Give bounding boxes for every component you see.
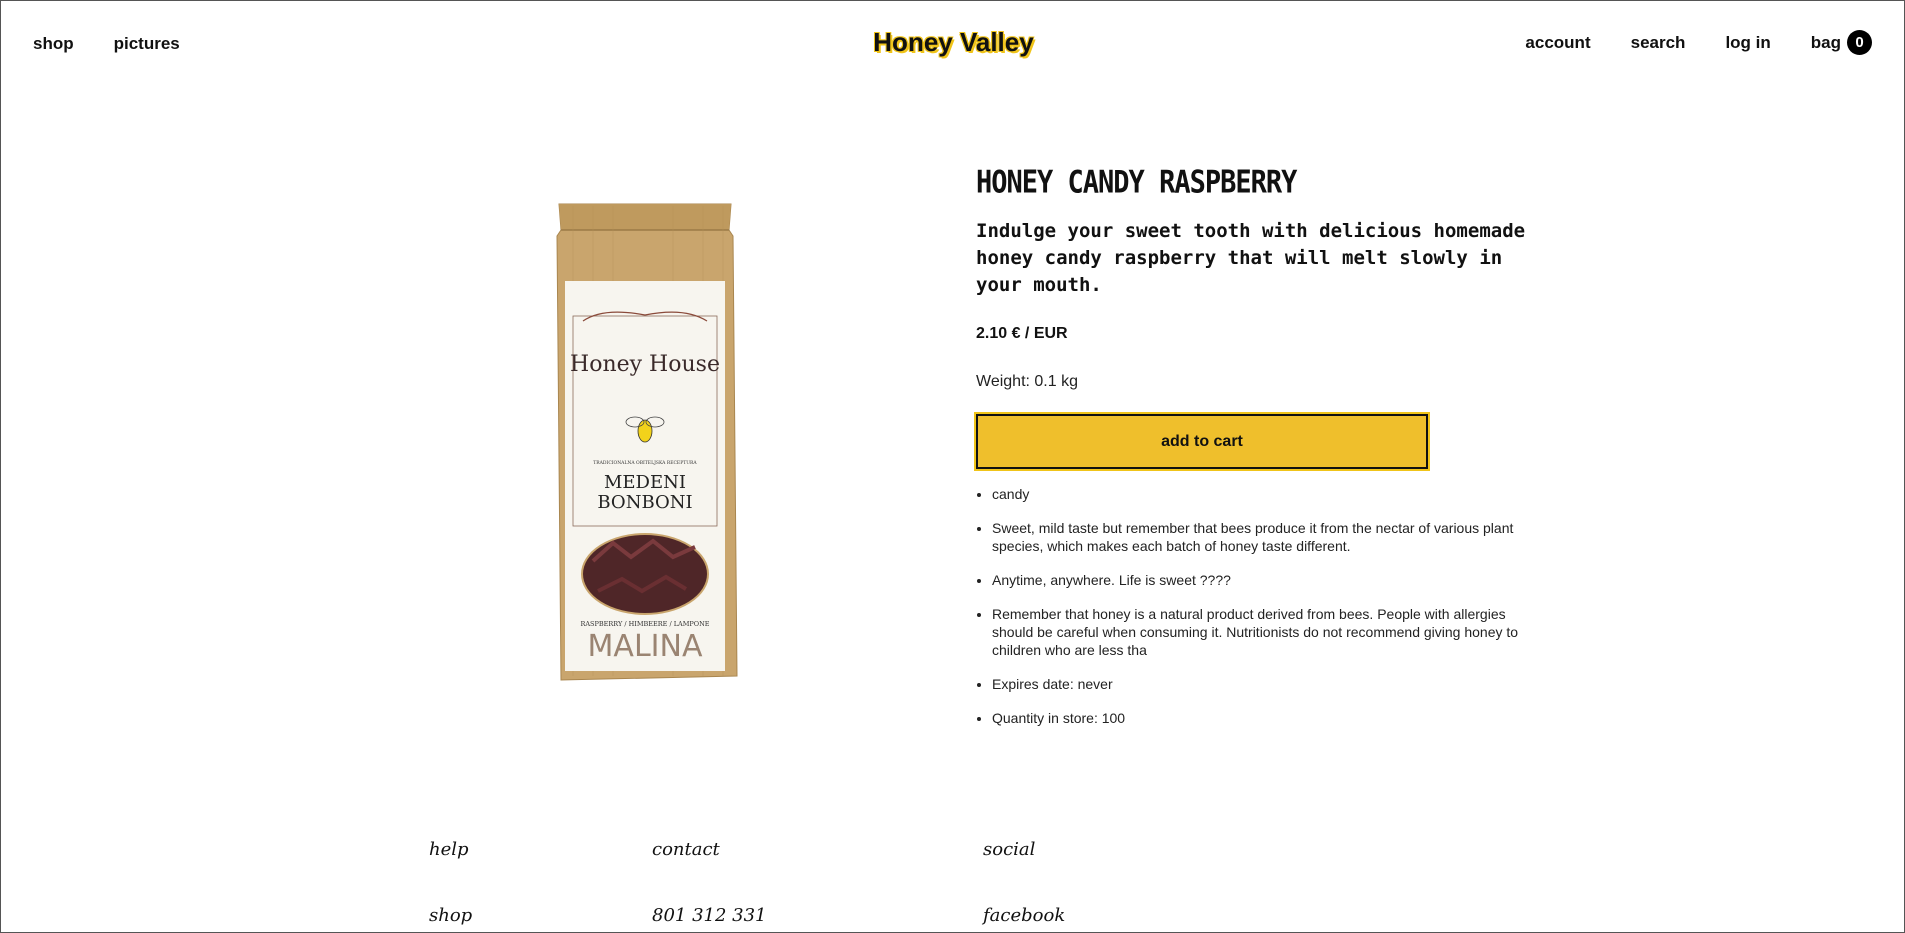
product-description: Indulge your sweet tooth with delicious … <box>976 220 1526 296</box>
package-brand-text: Honey House <box>570 352 720 377</box>
footer-heading-social: social <box>983 839 1036 860</box>
list-item: Anytime, anywhere. Life is sweet ???? <box>992 571 1537 589</box>
nav-search-link[interactable]: search <box>1631 32 1686 54</box>
list-item: candy <box>992 485 1537 503</box>
bag-button[interactable]: bag 0 <box>1811 30 1872 55</box>
footer-heading-contact: contact <box>652 839 720 860</box>
footer-heading-help: help <box>429 839 469 860</box>
product-title: HONEY CANDY RASPBERRY <box>976 165 1297 201</box>
nav-account-link[interactable]: account <box>1525 32 1590 54</box>
footer-link-facebook[interactable]: facebook <box>983 905 1065 926</box>
footer-column-help: help shop <box>429 839 472 926</box>
footer-column-social: social facebook <box>983 839 1065 926</box>
product-features-list: candy Sweet, mild taste but remember tha… <box>976 485 1537 727</box>
package-flavor-name: MALINA <box>588 629 703 664</box>
footer-column-contact: contact 801 312 331 <box>652 839 767 926</box>
footer-link-phone[interactable]: 801 312 331 <box>652 905 767 926</box>
bag-label: bag <box>1810 32 1841 52</box>
package-tagline-text: TRADICIONALNA OBITELJSKA RECEPTURA <box>593 460 697 466</box>
bag-count-badge: 0 <box>1847 30 1872 55</box>
list-item: Quantity in store: 100 <box>992 709 1537 727</box>
add-to-cart-button[interactable]: add to cart <box>974 412 1430 471</box>
nav-login-link[interactable]: log in <box>1725 32 1770 54</box>
product-weight: Weight: 0.1 kg <box>976 373 1078 390</box>
package-flavors-text: RASPBERRY / HIMBEERE / LAMPONE <box>580 620 709 628</box>
product-details: HONEY CANDY RASPBERRY Indulge your sweet… <box>974 165 1537 743</box>
nav-right: account search log in bag 0 <box>1525 30 1872 55</box>
list-item: Expires date: never <box>992 675 1537 693</box>
list-item: Remember that honey is a natural product… <box>992 605 1537 659</box>
package-name-line2: BONBONI <box>597 492 692 513</box>
package-name-line1: MEDENI <box>604 472 686 493</box>
product-price: 2.10 € / EUR <box>976 325 1068 342</box>
top-navigation: shop pictures Honey Valley account searc… <box>1 1 1905 87</box>
footer-link-shop[interactable]: shop <box>429 905 472 926</box>
list-item: Sweet, mild taste but remember that bees… <box>992 519 1537 555</box>
product-image: Honey House TRADICIONALNA OBITELJSKA REC… <box>556 203 738 681</box>
